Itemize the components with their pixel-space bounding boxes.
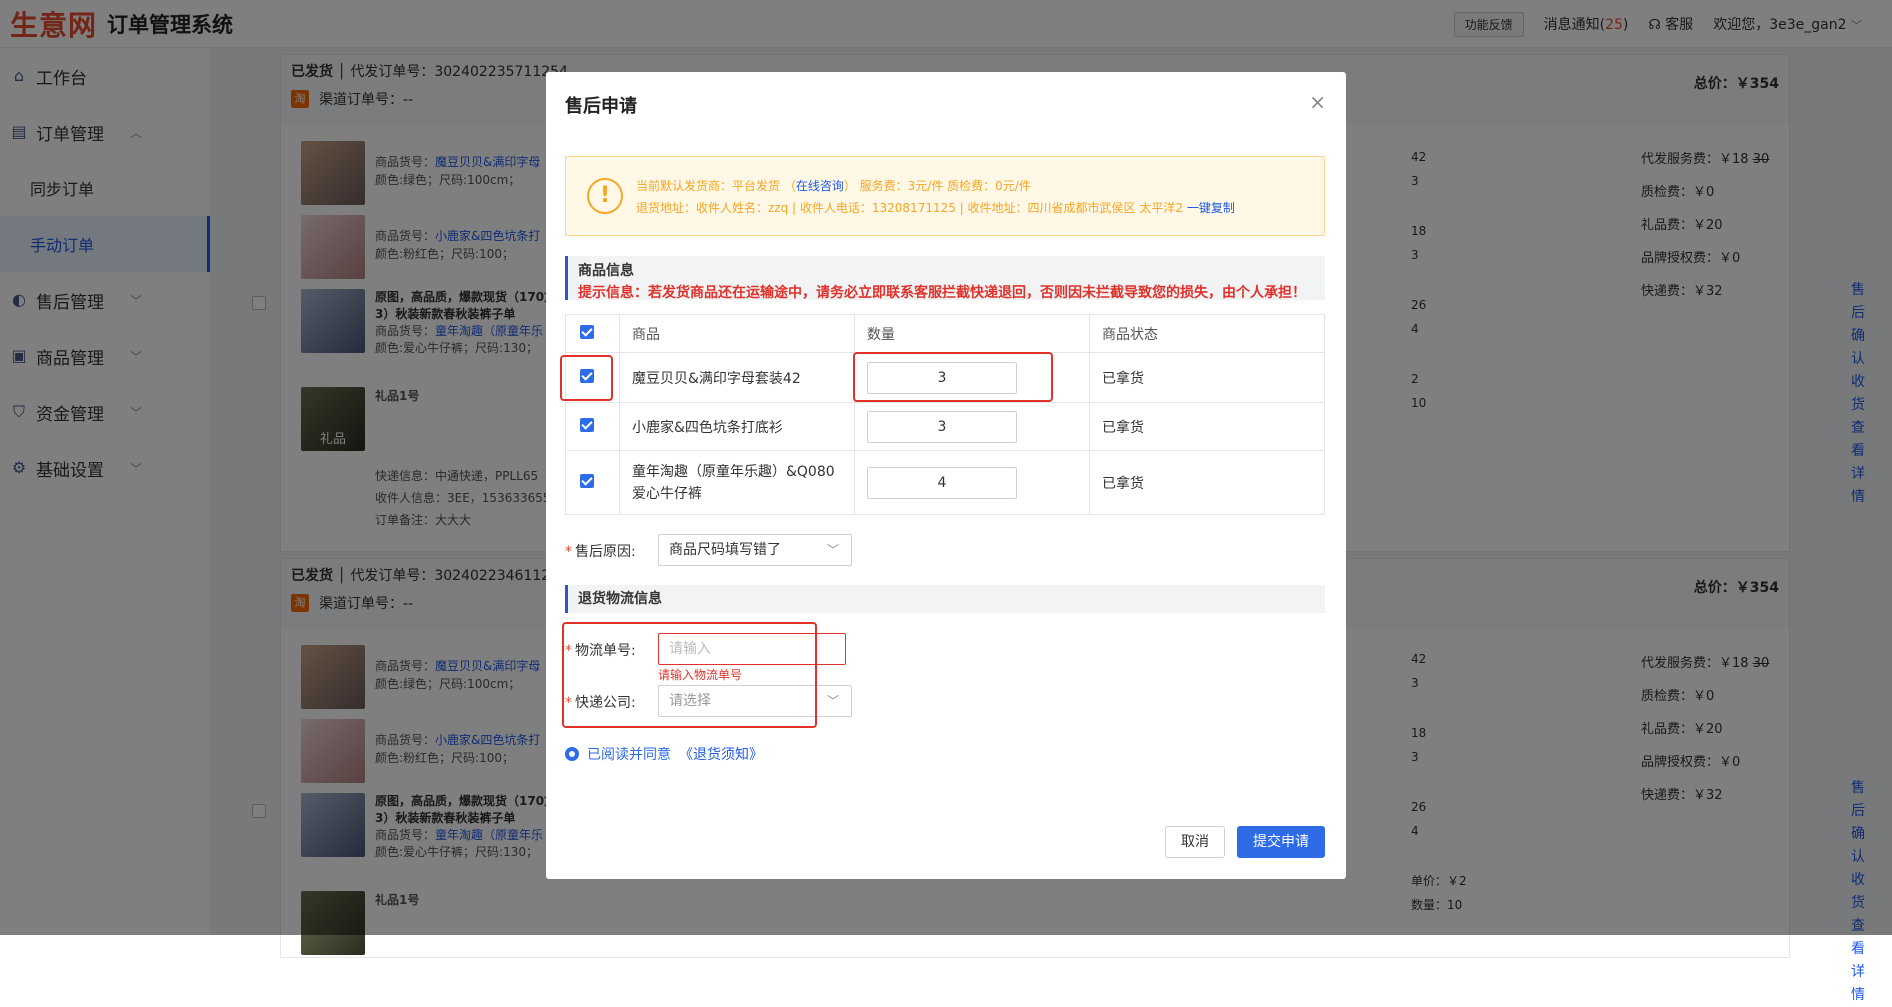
section-title: 退货物流信息 xyxy=(578,591,662,607)
goods-name: 童年淘趣（原童年乐趣）&Q080 爱心牛仔裤 xyxy=(619,450,855,515)
submit-button[interactable]: 提交申请 xyxy=(1237,826,1325,858)
agree-radio[interactable] xyxy=(565,747,579,761)
checkbox-cell xyxy=(565,450,620,515)
goods-table: 商品 数量 商品状态 魔豆贝贝&满印字母套装42 3 已拿货 小鹿家&四色坑条打… xyxy=(565,314,1325,515)
aftersale-dialog: 售后申请 × ! 当前默认发货商：平台发货 （在线咨询） 服务费：3元/件 质检… xyxy=(546,72,1346,879)
table-row: 小鹿家&四色坑条打底衫 3 已拿货 xyxy=(565,402,1325,451)
row-checkbox[interactable] xyxy=(580,473,594,488)
reason-value: 商品尺码填写错了 xyxy=(669,542,781,558)
return-address: 退货地址：收件人姓名：zzq | 收件人电话：13208171125 | 收件地… xyxy=(636,201,1183,215)
reason-label-text: 售后原因: xyxy=(575,544,636,560)
close-icon[interactable]: × xyxy=(1309,90,1326,114)
checkbox-cell xyxy=(565,402,620,451)
table-row: 童年淘趣（原童年乐趣）&Q080 爱心牛仔裤 4 已拿货 xyxy=(565,450,1325,515)
col-qty: 数量 xyxy=(854,314,1090,353)
select-all-checkbox[interactable] xyxy=(580,324,594,339)
goods-name: 魔豆贝贝&满印字母套装42 xyxy=(619,352,855,403)
qty-cell: 3 xyxy=(854,402,1090,451)
required-mark: * xyxy=(565,544,572,560)
goods-status: 已拿货 xyxy=(1089,402,1325,451)
header-checkbox-cell xyxy=(565,314,620,353)
reason-select[interactable]: 商品尺码填写错了 ﹀ xyxy=(658,534,852,566)
online-consult-link[interactable]: 在线咨询 xyxy=(796,179,844,193)
warning-line-2: 退货地址：收件人姓名：zzq | 收件人电话：13208171125 | 收件地… xyxy=(636,199,1235,216)
agree-text: 已阅读并同意 xyxy=(587,747,671,763)
goods-name: 小鹿家&四色坑条打底衫 xyxy=(619,402,855,451)
highlight-box xyxy=(853,352,1053,402)
fee-info: ） 服务费：3元/件 质检费：0元/件 xyxy=(843,179,1031,193)
logistics-section: 退货物流信息 xyxy=(565,585,1325,613)
goods-name-line2: 爱心牛仔裤 xyxy=(632,485,702,502)
return-notice-link[interactable]: 《退货须知》 xyxy=(679,744,763,764)
warning-banner: ! 当前默认发货商：平台发货 （在线咨询） 服务费：3元/件 质检费：0元/件 … xyxy=(565,156,1325,236)
col-goods: 商品 xyxy=(619,314,855,353)
goods-info-section: 商品信息 提示信息：若发货商品还在运输途中，请务必立即联系客服拦截快递退回，否则… xyxy=(565,256,1325,301)
goods-status: 已拿货 xyxy=(1089,450,1325,515)
qty-cell: 4 xyxy=(854,450,1090,515)
supplier-value: 平台发货 （ xyxy=(732,179,796,193)
highlight-box xyxy=(560,355,613,401)
goods-status: 已拿货 xyxy=(1089,352,1325,403)
reason-label: * 售后原因: xyxy=(565,541,636,561)
cancel-button[interactable]: 取消 xyxy=(1165,826,1225,858)
quantity-input[interactable]: 4 xyxy=(867,466,1017,499)
chevron-down-icon: ﹀ xyxy=(826,543,839,557)
supplier-label: 当前默认发货商： xyxy=(636,179,733,193)
quantity-input[interactable]: 3 xyxy=(867,410,1017,443)
table-header-row: 商品 数量 商品状态 xyxy=(565,314,1325,353)
highlight-box xyxy=(562,622,817,728)
exclamation-icon: ! xyxy=(587,178,623,214)
chevron-down-icon: ﹀ xyxy=(826,694,839,708)
agree-row[interactable]: 已阅读并同意 《退货须知》 xyxy=(565,744,763,764)
dialog-title: 售后申请 xyxy=(565,96,637,117)
col-status: 商品状态 xyxy=(1089,314,1325,353)
copy-address-link[interactable]: 一键复制 xyxy=(1187,201,1235,215)
tip-text: 提示信息：若发货商品还在运输途中，请务必立即联系客服拦截快递退回，否则因未拦截导… xyxy=(578,285,1306,301)
row-checkbox[interactable] xyxy=(580,417,594,432)
section-title: 商品信息 xyxy=(578,263,634,279)
goods-name-line1: 童年淘趣（原童年乐趣）&Q080 xyxy=(632,463,835,480)
warning-line-1: 当前默认发货商：平台发货 （在线咨询） 服务费：3元/件 质检费：0元/件 xyxy=(636,177,1031,194)
